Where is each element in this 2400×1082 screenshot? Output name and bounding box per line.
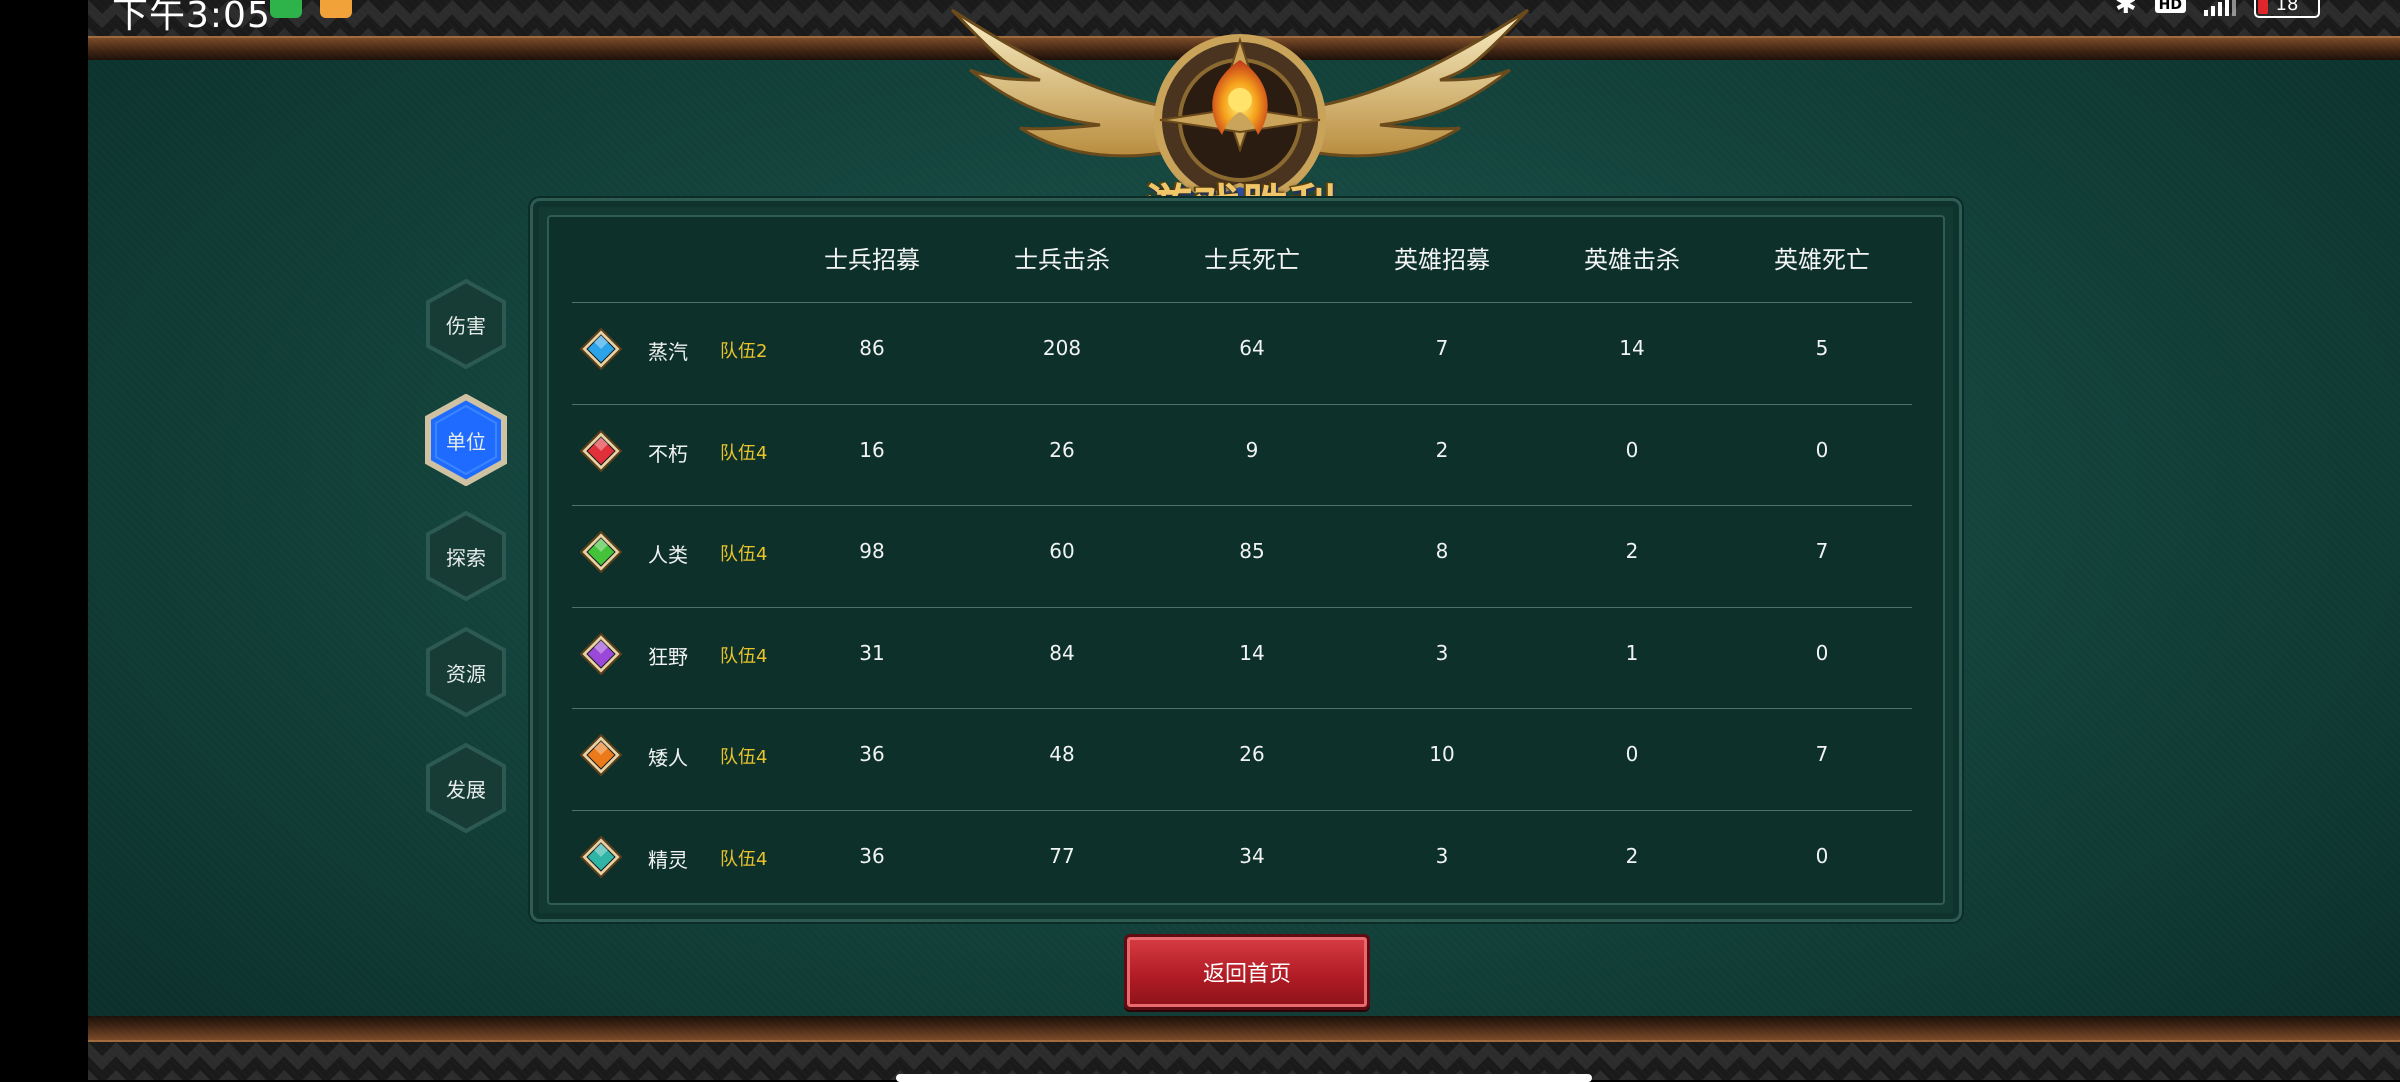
tab-development[interactable]: 发展 (424, 742, 508, 834)
race-gem-icon (579, 632, 623, 676)
stat-cell: 7 (1815, 742, 1829, 766)
stat-cell: 0 (1815, 641, 1829, 665)
app-notification-icon (320, 0, 352, 18)
stat-cell: 60 (1049, 539, 1075, 563)
return-home-button[interactable]: 返回首页 (1124, 934, 1370, 1010)
stat-cell: 14 (1619, 336, 1645, 360)
stat-cell: 7 (1815, 539, 1829, 563)
stat-cell: 10 (1429, 742, 1455, 766)
tab-label: 单位 (446, 429, 486, 454)
race-name: 蒸汽 (648, 340, 688, 364)
stat-cell: 77 (1049, 844, 1075, 868)
race-name: 狂野 (648, 645, 688, 669)
stat-cell: 31 (859, 641, 885, 665)
team-name: 队伍4 (720, 443, 768, 464)
stat-cell: 86 (859, 336, 885, 360)
stat-cell: 36 (859, 844, 885, 868)
stat-cell: 34 (1239, 844, 1265, 868)
team-name: 队伍4 (720, 747, 768, 768)
tab-label: 资源 (446, 661, 486, 686)
bluetooth-icon: ✱ (2114, 0, 2137, 20)
hd-icon: HD (2154, 0, 2186, 13)
status-icons: ✱ HD 18 (2115, 0, 2320, 20)
race-gem-icon (579, 835, 623, 879)
team-name: 队伍4 (720, 849, 768, 870)
race-name: 精灵 (648, 848, 688, 872)
tab-units[interactable]: 单位 (424, 394, 508, 486)
stat-cell: 0 (1815, 438, 1829, 462)
tab-label: 伤害 (446, 313, 486, 338)
race-gem-icon (579, 429, 623, 473)
row-divider (572, 810, 1912, 811)
stat-cell: 16 (859, 438, 885, 462)
row-divider (572, 302, 1912, 303)
race-name: 不朽 (648, 442, 688, 466)
stat-cell: 36 (859, 742, 885, 766)
home-indicator (896, 1074, 1592, 1082)
column-header-hero-deaths: 英雄死亡 (1774, 246, 1870, 274)
stat-cell: 1 (1625, 641, 1639, 665)
stat-cell: 0 (1815, 844, 1829, 868)
stat-cell: 85 (1239, 539, 1265, 563)
stat-cell: 26 (1239, 742, 1265, 766)
tab-damage[interactable]: 伤害 (424, 278, 508, 370)
tab-resources[interactable]: 资源 (424, 626, 508, 718)
stat-cell: 48 (1049, 742, 1075, 766)
signal-icon (2204, 0, 2236, 16)
column-header-soldier-kills: 士兵击杀 (1014, 246, 1110, 274)
stat-cell: 2 (1625, 539, 1639, 563)
stat-cell: 0 (1625, 438, 1639, 462)
column-header-hero-recruit: 英雄招募 (1394, 246, 1490, 274)
stat-cell: 3 (1435, 844, 1449, 868)
stat-cell: 208 (1042, 336, 1082, 360)
stat-cell: 2 (1625, 844, 1639, 868)
row-divider (572, 505, 1912, 506)
stat-cell: 26 (1049, 438, 1075, 462)
stat-cell: 14 (1239, 641, 1265, 665)
stat-cell: 3 (1435, 641, 1449, 665)
bottom-wood-rail (88, 1016, 2400, 1042)
stat-cell: 5 (1815, 336, 1829, 360)
stat-cell: 0 (1625, 742, 1639, 766)
stat-cell: 8 (1435, 539, 1449, 563)
row-divider (572, 607, 1912, 608)
race-gem-icon (579, 327, 623, 371)
stat-cell: 2 (1435, 438, 1449, 462)
team-name: 队伍2 (720, 341, 768, 362)
row-divider (572, 708, 1912, 709)
column-header-soldier-deaths: 士兵死亡 (1204, 246, 1300, 274)
app-notification-icon (270, 0, 302, 18)
team-name: 队伍4 (720, 646, 768, 667)
tab-label: 探索 (446, 545, 486, 570)
stat-cell: 84 (1049, 641, 1075, 665)
stat-cell: 98 (859, 539, 885, 563)
race-gem-icon (579, 733, 623, 777)
team-name: 队伍4 (720, 544, 768, 565)
row-divider (572, 404, 1912, 405)
stat-cell: 9 (1245, 438, 1259, 462)
tab-explore[interactable]: 探索 (424, 510, 508, 602)
stat-cell: 64 (1239, 336, 1265, 360)
column-header-hero-kills: 英雄击杀 (1584, 246, 1680, 274)
tab-label: 发展 (446, 777, 486, 802)
status-time: 下午3:05 (112, 0, 271, 36)
race-name: 矮人 (648, 746, 688, 770)
race-gem-icon (579, 530, 623, 574)
return-home-label: 返回首页 (1202, 962, 1291, 987)
stat-cell: 7 (1435, 336, 1449, 360)
column-header-soldier-recruit: 士兵招募 (824, 246, 920, 274)
battery-icon: 18 (2254, 0, 2320, 18)
race-name: 人类 (648, 543, 688, 567)
